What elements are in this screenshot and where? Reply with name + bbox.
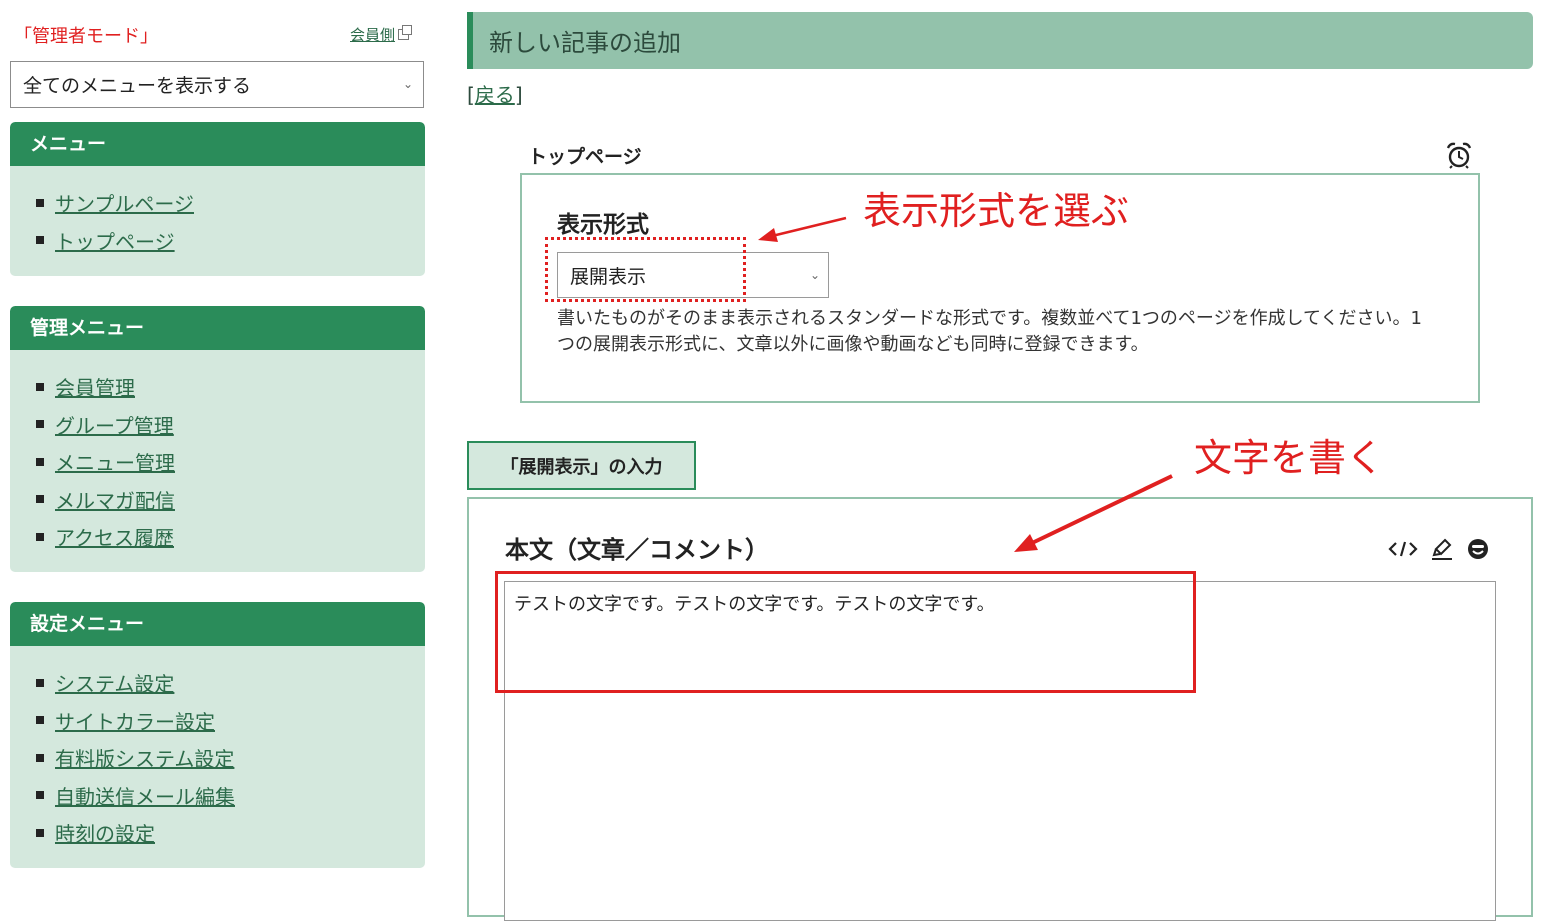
- member-side-link-label: 会員側: [350, 26, 396, 44]
- format-highlight-box: [545, 237, 746, 302]
- admin-menu-item-link[interactable]: グループ管理: [55, 410, 174, 439]
- menu-item-link[interactable]: サンプルページ: [55, 188, 194, 217]
- bullet-icon: [36, 532, 44, 541]
- admin-menu-item[interactable]: メニュー管理: [36, 443, 425, 481]
- bullet-icon: [36, 382, 44, 391]
- settings-menu-panel-title: 設定メニュー: [10, 602, 425, 646]
- settings-menu-item[interactable]: 自動送信メール編集: [36, 777, 425, 815]
- back-link[interactable]: 戻る: [475, 83, 515, 107]
- settings-menu-item[interactable]: システム設定: [36, 664, 425, 702]
- annotation-write-text: 文字を書く: [1194, 436, 1385, 480]
- admin-menu-item-link[interactable]: メニュー管理: [55, 447, 175, 476]
- menu-filter-select[interactable]: 全てのメニューを表示する ⌄: [10, 61, 424, 108]
- body-title: 本文（文章／コメント）: [505, 536, 769, 564]
- admin-menu-item-link[interactable]: アクセス履歴: [55, 522, 174, 551]
- settings-menu-item-link[interactable]: サイトカラー設定: [55, 706, 215, 735]
- bullet-icon: [36, 716, 44, 725]
- admin-menu-panel: 管理メニュー 会員管理 グループ管理 メニュー管理 メルマガ配信 アクセス履歴: [10, 306, 425, 572]
- settings-menu-item[interactable]: 時刻の設定: [36, 814, 425, 852]
- format-description: 書いたものがそのまま表示されるスタンダードな形式です。複数並べて1つのページを作…: [557, 308, 1422, 355]
- format-title: 表示形式: [557, 212, 649, 238]
- bullet-icon: [36, 678, 44, 687]
- tab-expanded-input[interactable]: 「展開表示」の入力: [467, 441, 696, 490]
- settings-menu-item-link[interactable]: 有料版システム設定: [55, 743, 234, 772]
- bullet-icon: [36, 198, 44, 207]
- menu-filter-value: 全てのメニューを表示する: [23, 75, 252, 97]
- admin-menu-item[interactable]: メルマガ配信: [36, 481, 425, 519]
- admin-menu-item[interactable]: 会員管理: [36, 368, 425, 406]
- settings-menu-item-link[interactable]: システム設定: [55, 668, 174, 697]
- section-label: トップページ: [528, 146, 642, 168]
- menu-item[interactable]: トップページ: [36, 222, 425, 260]
- bullet-icon: [36, 828, 44, 837]
- bullet-icon: [36, 236, 44, 245]
- bullet-icon: [36, 753, 44, 762]
- bullet-icon: [36, 420, 44, 429]
- editor-highlight-box: [495, 571, 1196, 693]
- menu-item[interactable]: サンプルページ: [36, 184, 425, 222]
- settings-menu-panel: 設定メニュー システム設定 サイトカラー設定 有料版システム設定 自動送信メール…: [10, 602, 425, 868]
- chevron-down-icon: ⌄: [402, 77, 413, 91]
- alarm-clock-icon[interactable]: [1446, 141, 1472, 169]
- code-icon[interactable]: [1388, 537, 1418, 561]
- member-side-link[interactable]: 会員側: [350, 24, 413, 45]
- admin-menu-item[interactable]: グループ管理: [36, 406, 425, 444]
- admin-menu-item-link[interactable]: メルマガ配信: [55, 485, 175, 514]
- external-link-icon: [398, 25, 413, 40]
- settings-menu-item-link[interactable]: 自動送信メール編集: [55, 781, 235, 810]
- bullet-icon: [36, 457, 44, 466]
- page-title: 新しい記事の追加: [467, 12, 1533, 69]
- settings-menu-item-link[interactable]: 時刻の設定: [55, 818, 155, 847]
- menu-panel: メニュー サンプルページ トップページ: [10, 122, 425, 276]
- admin-menu-item[interactable]: アクセス履歴: [36, 518, 425, 556]
- menu-panel-title: メニュー: [10, 122, 425, 166]
- emoji-icon[interactable]: [1466, 537, 1490, 561]
- admin-menu-item-link[interactable]: 会員管理: [55, 372, 135, 401]
- chevron-down-icon: ⌄: [809, 268, 820, 282]
- settings-menu-item[interactable]: サイトカラー設定: [36, 702, 425, 740]
- bullet-icon: [36, 791, 44, 800]
- settings-menu-item[interactable]: 有料版システム設定: [36, 739, 425, 777]
- admin-menu-panel-title: 管理メニュー: [10, 306, 425, 350]
- bullet-icon: [36, 495, 44, 504]
- highlighter-icon[interactable]: [1430, 537, 1454, 561]
- menu-item-link[interactable]: トップページ: [55, 226, 175, 255]
- annotation-choose-format: 表示形式を選ぶ: [863, 189, 1130, 233]
- admin-mode-label: 「管理者モード」: [14, 26, 158, 47]
- back-link-wrapper: [戻る]: [467, 83, 523, 107]
